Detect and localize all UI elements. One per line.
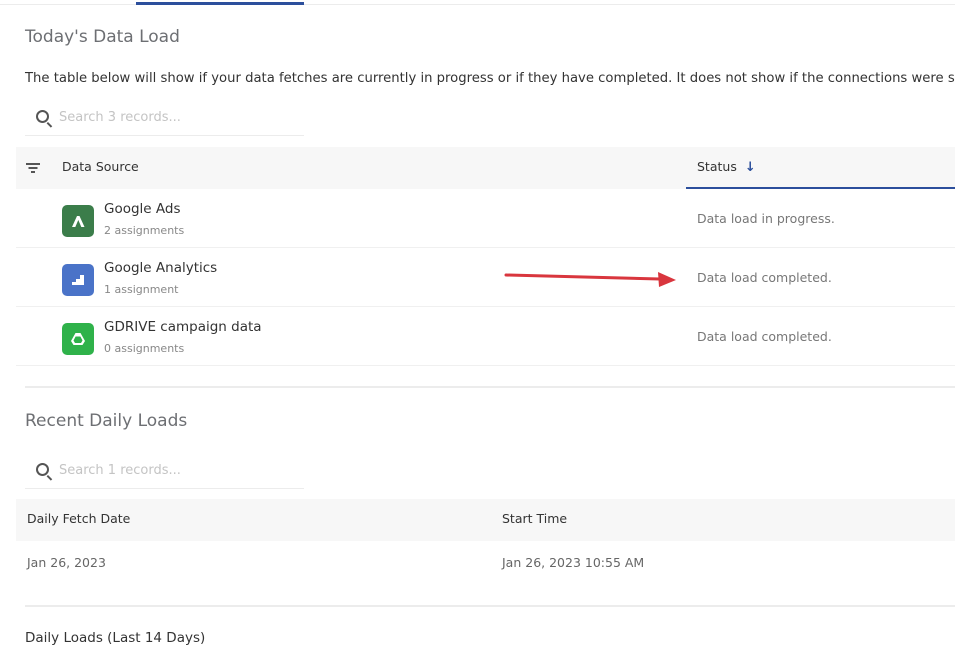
google-ads-icon <box>62 205 94 237</box>
source-name: Google Ads <box>104 201 181 217</box>
sort-arrow-down-icon: ↓ <box>744 160 756 175</box>
start-time: Jan 26, 2023 10:55 AM <box>502 555 645 570</box>
recent-table-header: Daily Fetch Date Start Time <box>16 499 955 541</box>
section-divider <box>25 605 955 607</box>
load-status: Data load in progress. <box>697 211 835 226</box>
source-assignments: 2 assignments <box>104 224 185 237</box>
status-header-label: Status ↓ <box>697 147 756 189</box>
source-assignments: 0 assignments <box>104 342 185 355</box>
table-row[interactable]: Google Ads 2 assignments Data load in pr… <box>16 189 955 248</box>
active-tab-indicator <box>136 2 304 5</box>
search-box-today <box>25 98 304 136</box>
today-table-header: Data Source Status ↓ <box>16 147 955 189</box>
source-assignments: 1 assignment <box>104 283 179 296</box>
column-header-daily-fetch-date[interactable]: Daily Fetch Date <box>27 499 130 541</box>
column-header-data-source[interactable]: Data Source <box>62 147 139 189</box>
google-drive-icon <box>62 323 94 355</box>
fetch-date: Jan 26, 2023 <box>27 555 106 570</box>
section-title-recent: Recent Daily Loads <box>25 411 188 431</box>
section-title-today: Today's Data Load <box>25 27 180 47</box>
column-header-status[interactable]: Status ↓ <box>686 147 955 189</box>
load-status: Data load completed. <box>697 270 832 285</box>
source-name: GDRIVE campaign data <box>104 319 262 335</box>
table-row[interactable]: Jan 26, 2023 Jan 26, 2023 10:55 AM <box>16 541 955 585</box>
section-divider <box>25 386 955 388</box>
google-analytics-icon <box>62 264 94 296</box>
column-header-start-time[interactable]: Start Time <box>502 499 567 541</box>
search-input-today[interactable] <box>59 106 294 128</box>
filter-icon[interactable] <box>26 162 40 174</box>
search-input-recent[interactable] <box>59 459 294 481</box>
load-status: Data load completed. <box>697 329 832 344</box>
source-name: Google Analytics <box>104 260 218 276</box>
today-description: The table below will show if your data f… <box>25 71 955 86</box>
search-box-recent <box>25 451 304 489</box>
search-icon <box>36 110 49 123</box>
table-row[interactable]: GDRIVE campaign data 0 assignments Data … <box>16 307 955 366</box>
search-icon <box>36 463 49 476</box>
table-row[interactable]: Google Analytics 1 assignment Data load … <box>16 248 955 307</box>
section-title-daily-loads: Daily Loads (Last 14 Days) <box>25 630 206 646</box>
